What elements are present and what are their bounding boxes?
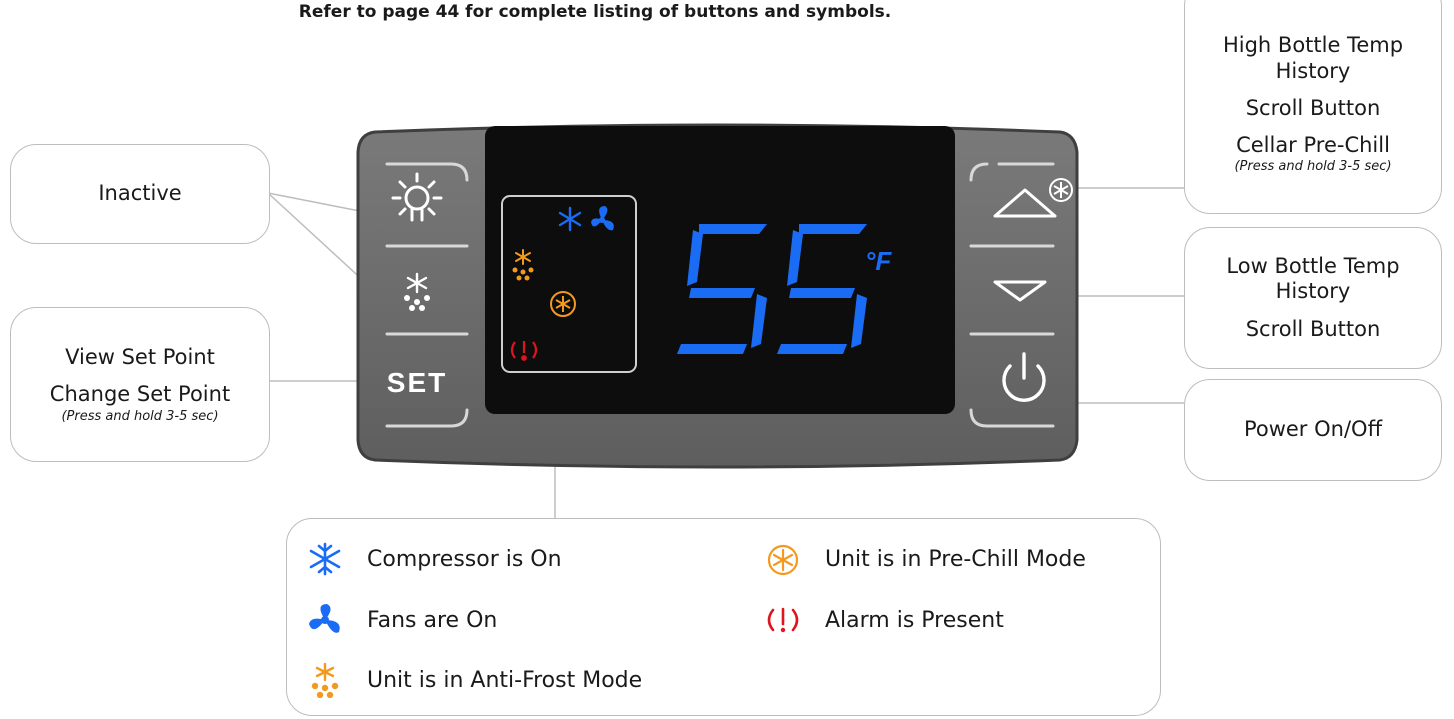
legend-item-anti-frost: Unit is in Anti-Frost Mode (303, 662, 642, 698)
legend-item-compressor: Compressor is On (303, 541, 562, 577)
legend-item-alarm: Alarm is Present (761, 602, 1004, 638)
change-set-point-label: Change Set Point (49, 382, 231, 407)
legend-item-pre-chill: Unit is in Pre-Chill Mode (761, 541, 1086, 577)
high-bottle-temp-line1: High Bottle Temp (1222, 33, 1404, 58)
fan-icon (303, 602, 347, 638)
high-bottle-temp-line2: History (1275, 58, 1351, 83)
cellar-prechill-label: Cellar Pre-Chill (1236, 133, 1390, 158)
low-bottle-temp-line2: History (1275, 279, 1351, 304)
callout-high-bottle-temp: High Bottle Temp History Scroll Button C… (1184, 0, 1442, 214)
legend-label: Unit is in Pre-Chill Mode (825, 546, 1086, 572)
alarm-icon (761, 602, 805, 638)
legend-label: Alarm is Present (825, 607, 1004, 633)
cellar-prechill-note: (Press and hold 3-5 sec) (1234, 159, 1392, 175)
low-bottle-temp-line1: Low Bottle Temp (1226, 254, 1400, 279)
legend-box: Compressor is On Fans are On Unit is in … (286, 518, 1161, 716)
view-set-point-label: View Set Point (65, 345, 215, 370)
set-button[interactable]: SET (387, 367, 447, 398)
scroll-button-up-label: Scroll Button (1245, 95, 1381, 120)
power-label: Power On/Off (1243, 417, 1383, 442)
callout-power: Power On/Off (1184, 379, 1442, 481)
legend-label: Unit is in Anti-Frost Mode (367, 667, 643, 693)
snowflake-icon (303, 541, 347, 577)
anti-frost-icon (303, 662, 347, 698)
callout-inactive-label: Inactive (98, 181, 182, 206)
controller-panel: SET °F (356, 123, 1079, 469)
legend-item-fans: Fans are On (303, 602, 497, 638)
pre-chill-icon (761, 541, 805, 577)
callout-low-bottle-temp: Low Bottle Temp History Scroll Button (1184, 227, 1442, 369)
temperature-unit: °F (865, 246, 892, 276)
legend-label: Compressor is On (367, 546, 562, 572)
legend-label: Fans are On (367, 607, 498, 633)
change-set-point-note: (Press and hold 3-5 sec) (61, 408, 219, 424)
callout-set-point: View Set Point Change Set Point (Press a… (10, 307, 270, 462)
callout-inactive: Inactive (10, 144, 270, 244)
scroll-button-down-label: Scroll Button (1245, 316, 1381, 341)
